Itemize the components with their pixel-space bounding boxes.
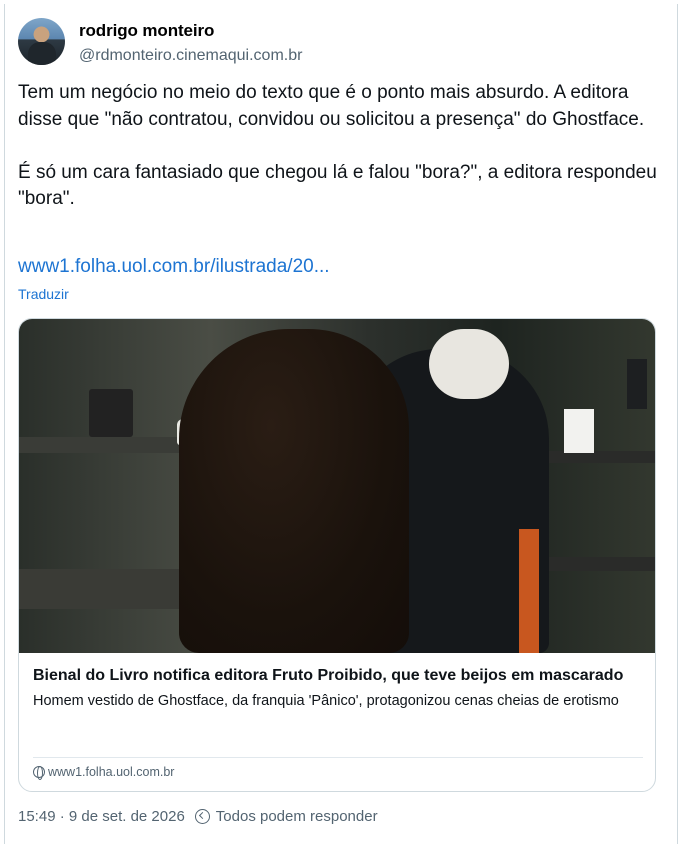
author-display-name[interactable]: rodrigo monteiro — [79, 20, 302, 42]
card-source-domain: www1.folha.uol.com.br — [48, 765, 175, 779]
card-title: Bienal do Livro notifica editora Fruto P… — [33, 667, 624, 684]
sign-panel — [627, 359, 647, 409]
ghostface-mask — [429, 329, 509, 399]
orange-chair — [519, 529, 539, 653]
card-image[interactable] — [19, 319, 655, 653]
post-footer: 15:49 · 9 de set. de 2026 Todos podem re… — [18, 808, 378, 825]
avatar-figure — [28, 42, 56, 65]
person-hair — [179, 329, 409, 653]
link-preview-card[interactable]: Bienal do Livro notifica editora Fruto P… — [18, 318, 656, 792]
post-timestamp[interactable]: 15:49 · 9 de set. de 2026 — [18, 808, 185, 825]
avatar[interactable] — [18, 18, 65, 65]
card-source: www1.folha.uol.com.br — [33, 765, 175, 780]
reply-setting-label: Todos podem responder — [215, 808, 378, 825]
author-handle[interactable]: @rdmonteiro.cinemaqui.com.br — [79, 45, 302, 67]
reply-permission-icon — [194, 809, 210, 824]
post-text: Tem um negócio no meio do texto que é o … — [18, 82, 657, 209]
counter-object — [89, 389, 133, 437]
shelf-shape — [19, 569, 179, 609]
card-divider — [33, 757, 643, 758]
post-header: rodrigo monteiro @rdmonteiro.cinemaqui.c… — [18, 18, 302, 67]
post-link[interactable]: www1.folha.uol.com.br/ilustrada/20... — [18, 254, 330, 280]
card-description: Homem vestido de Ghostface, da franquia … — [33, 693, 619, 709]
card-body: Bienal do Livro notifica editora Fruto P… — [19, 653, 655, 780]
translate-button[interactable]: Traduzir — [18, 286, 69, 302]
author-names: rodrigo monteiro @rdmonteiro.cinemaqui.c… — [79, 20, 302, 67]
globe-icon — [33, 766, 45, 780]
display-box — [564, 409, 594, 453]
